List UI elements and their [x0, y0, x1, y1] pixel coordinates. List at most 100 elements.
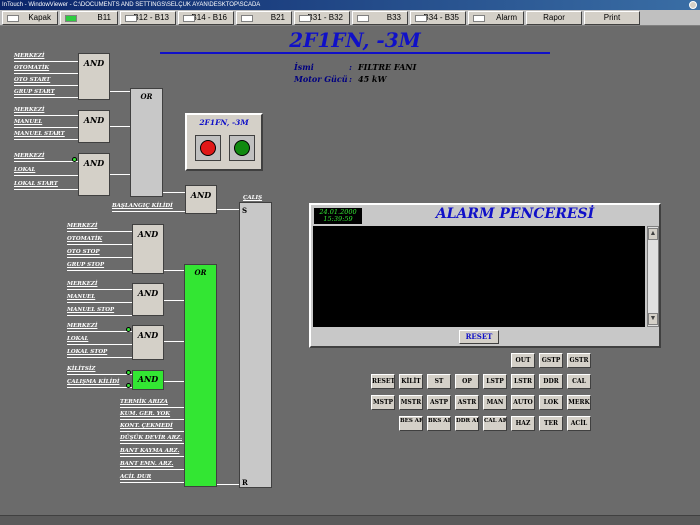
wire — [164, 270, 184, 271]
signal-label: GRUP START — [14, 89, 55, 95]
tab-label: B14 - B16 — [191, 13, 227, 22]
or-gate-start: OR — [130, 88, 163, 197]
tab-alarm[interactable]: Alarm — [468, 11, 524, 25]
key-gstp-button[interactable]: GSTP — [539, 353, 563, 368]
indicator-icon — [299, 15, 311, 22]
wire — [14, 61, 78, 62]
status-bar — [0, 515, 700, 525]
wire — [112, 211, 185, 212]
input-state-icon — [126, 370, 131, 375]
run-lamp-button[interactable] — [229, 135, 255, 161]
key-astp-button[interactable]: ASTP — [427, 395, 451, 410]
key-op-button[interactable]: OP — [455, 374, 479, 389]
tab-kapak[interactable]: Kapak — [2, 11, 58, 25]
tab-label: Alarm — [496, 13, 517, 22]
scroll-up-icon[interactable]: ▲ — [648, 228, 658, 240]
key-lstr-button[interactable]: LSTR — [511, 374, 535, 389]
key-merk-button[interactable]: MERK — [567, 395, 591, 410]
wire — [67, 302, 132, 303]
key-ter-button[interactable]: TER — [539, 416, 563, 431]
signal-label: MERKEZİ — [14, 153, 45, 159]
window-title: InTouch - WindowViewer - C:\DOCUMENTS AN… — [2, 2, 261, 8]
key-bes-arz-button[interactable]: BES ARZ — [399, 416, 423, 431]
signal-label: MERKEZİ — [67, 281, 98, 287]
wire — [67, 244, 132, 245]
fault-label: KUM. GER. YOK — [120, 411, 171, 417]
wire — [67, 344, 132, 345]
window-title-bar: InTouch - WindowViewer - C:\DOCUMENTS AN… — [0, 0, 700, 10]
set-label: S — [242, 206, 248, 215]
wire — [14, 73, 78, 74]
tab-b31-b32[interactable]: B31 - B32 — [294, 11, 350, 25]
and-gate: AND — [78, 110, 110, 143]
input-state-icon — [126, 327, 131, 332]
key-st-button[interactable]: ST — [427, 374, 451, 389]
key-out-button[interactable]: OUT — [511, 353, 535, 368]
wire — [14, 175, 78, 176]
wire — [14, 127, 78, 128]
power-separator: : — [349, 74, 352, 84]
tab-b12-b13[interactable]: B12 - B13 — [120, 11, 176, 25]
key-cal-arz-button[interactable]: CAL ARZ — [483, 416, 507, 431]
window-control-icon[interactable] — [689, 1, 697, 9]
key-auto-button[interactable]: AUTO — [511, 395, 535, 410]
tab-b34-b35[interactable]: B34 - B35 — [410, 11, 466, 25]
key-astr-button[interactable]: ASTR — [455, 395, 479, 410]
fault-label: BANT KAYMA ARZ. — [120, 448, 180, 454]
indicator-icon — [415, 15, 427, 22]
fault-label: KONT. ÇEKMEDİ — [120, 423, 173, 429]
key-gstr-button[interactable]: GSTR — [567, 353, 591, 368]
tab-b33[interactable]: B33 — [352, 11, 408, 25]
signal-label: OTOMATİK — [14, 65, 50, 71]
key-lok-button[interactable]: LOK — [539, 395, 563, 410]
key-kilit-button[interactable]: KİLİT — [399, 374, 423, 389]
red-lamp-icon — [200, 140, 216, 156]
key-ddr-button[interactable]: DDR — [539, 374, 563, 389]
rapor-button[interactable]: Rapor — [526, 11, 582, 25]
alarm-list[interactable] — [313, 226, 645, 327]
alarm-scrollbar[interactable]: ▲ ▼ — [647, 226, 659, 327]
fault-label: ACİL DUR — [120, 474, 152, 480]
signal-label: MERKEZİ — [14, 53, 45, 59]
wire — [110, 174, 130, 175]
and-gate-active: AND — [132, 370, 164, 390]
motor-panel-title: 2F1FN, -3M — [199, 118, 249, 127]
key-ddr-arz-button[interactable]: DDR ARZ — [455, 416, 479, 431]
and-gate: AND — [132, 224, 164, 274]
wire — [110, 91, 130, 92]
wire — [67, 387, 132, 388]
key-mstr-button[interactable]: MSTR — [399, 395, 423, 410]
alarm-reset-button[interactable]: RESET — [459, 330, 499, 344]
and-gate: AND — [78, 53, 110, 100]
wire — [120, 443, 184, 444]
latch-label: ÇALIŞ — [243, 195, 263, 201]
key-acil-button[interactable]: ACİL — [567, 416, 591, 431]
key-haz-button[interactable]: HAZ — [511, 416, 535, 431]
key-cal-button[interactable]: CAL — [567, 374, 591, 389]
tab-b11[interactable]: B11 — [60, 11, 118, 25]
tab-b14-b16[interactable]: B14 - B16 — [178, 11, 234, 25]
scroll-down-icon[interactable]: ▼ — [648, 313, 658, 325]
alarm-window: 24.01.2000 15:39:59 ALARM PENCERESİ ▲ ▼ … — [309, 203, 661, 348]
wire — [67, 231, 132, 232]
stop-lamp-button[interactable] — [195, 135, 221, 161]
key-man-button[interactable]: MAN — [483, 395, 507, 410]
signal-label: BAŞLANGIÇ KİLİDİ — [112, 203, 173, 209]
signal-label: MANUEL START — [14, 131, 65, 137]
indicator-icon — [473, 15, 485, 22]
key-lstp-button[interactable]: LSTP — [483, 374, 507, 389]
wire — [67, 289, 132, 290]
wire — [120, 482, 184, 483]
wire — [120, 407, 184, 408]
key-bks-arz-button[interactable]: BKS ARZ — [427, 416, 451, 431]
signal-label: LOKAL — [14, 167, 36, 173]
tab-b21[interactable]: B21 — [236, 11, 292, 25]
print-button[interactable]: Print — [584, 11, 640, 25]
key-reset-button[interactable]: RESET — [371, 374, 395, 389]
and-gate: AND — [132, 283, 164, 316]
button-label: Print — [603, 13, 621, 22]
wire — [163, 192, 185, 193]
key-mstp-button[interactable]: MSTP — [371, 395, 395, 410]
green-lamp-icon — [234, 140, 250, 156]
signal-label: OTOMATİK — [67, 236, 103, 242]
